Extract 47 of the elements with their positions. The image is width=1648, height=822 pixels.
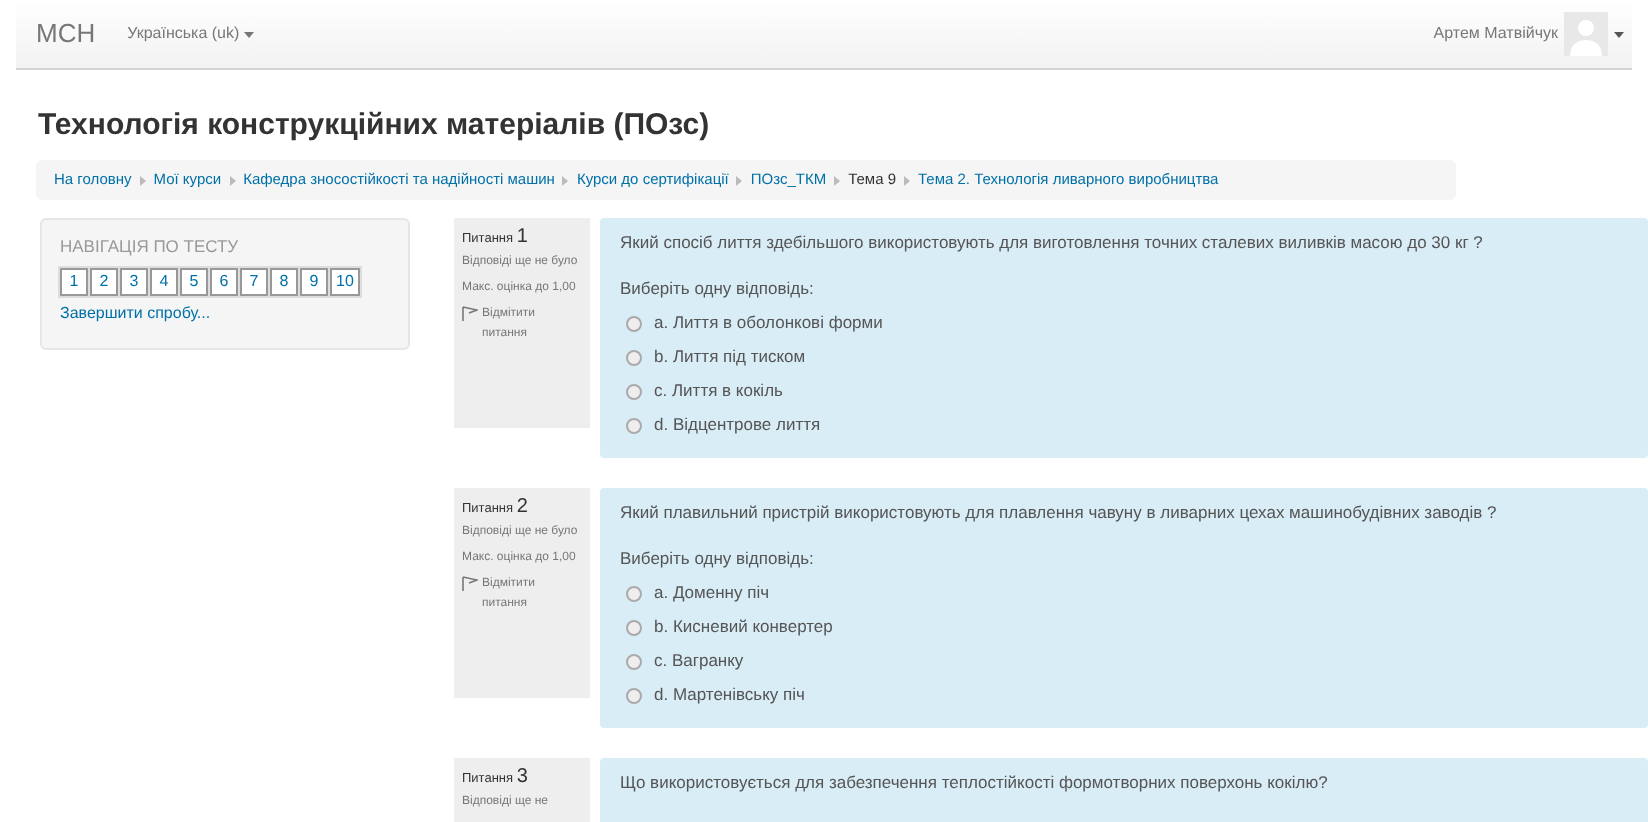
separator-icon [834,175,841,185]
language-menu[interactable]: Українська (uk) [127,22,254,46]
question-nav-button[interactable]: 6 [210,267,238,296]
answer-option[interactable]: b. Лиття під тиском [626,345,806,369]
question-text: Що використовується для забезпечення теплостійкості формотворних поверхонь кокілю? [620,770,1328,796]
radio-button[interactable] [626,349,642,365]
flag-icon [462,576,478,592]
brand-link[interactable]: MCH [36,14,96,54]
separator-icon [562,175,569,185]
caret-icon [243,31,254,37]
question-nav-button[interactable]: 3 [120,267,148,296]
separator-icon [736,175,743,185]
finish-attempt-link[interactable]: Завершити спробу... [60,301,211,326]
question-nav-button[interactable]: 8 [270,267,298,296]
question-nav-button[interactable]: 9 [300,267,328,296]
caret-icon[interactable] [1614,31,1624,37]
answer-option[interactable]: c. Лиття в кокіль [626,379,783,403]
radio-button[interactable] [626,315,642,331]
question-nav-button[interactable]: 1 [60,267,88,296]
radio-button[interactable] [626,653,642,669]
question-nav-button[interactable]: 5 [180,267,208,296]
separator-icon [904,175,910,185]
answer-option[interactable]: d. Мартенівську піч [626,683,805,707]
answer-option[interactable]: d. Відцентрове лиття [626,413,821,437]
radio-button[interactable] [626,619,642,635]
question-text: Який плавильний пристрій використовують для плавлення чавуну в ливарних цехах машинобудівних заводів ? [620,500,1497,526]
page-title: Технологія конструкційних матеріалів (ПОзс) [38,108,710,144]
panel-title: НАВІГАЦІЯ ПО ТЕСТУ [60,234,239,260]
radio-button[interactable] [626,687,642,703]
answer-option[interactable]: a. Доменну піч [626,581,770,605]
separator-icon [139,175,146,185]
radio-button[interactable] [626,417,642,433]
flag-icon [462,306,478,322]
question-nav-button[interactable]: 7 [240,267,268,296]
question-text: Який спосіб лиття здебільшого використовують для виготовлення точних сталевих виливків масою до 30 кг ? [620,230,1483,256]
answer-option[interactable]: b. Кисневий конвертер [626,615,833,639]
question-nav-button[interactable]: 4 [150,267,178,296]
answer-prompt: Виберіть одну відповідь: [620,275,814,301]
answer-option[interactable]: a. Лиття в оболонкові форми [626,311,883,335]
question-nav-button[interactable]: 10 [330,267,360,296]
radio-button[interactable] [626,383,642,399]
question-nav-button[interactable]: 2 [90,267,118,296]
user-name[interactable]: Артем Матвійчук [1433,22,1558,46]
answer-prompt: Виберіть одну відповідь: [620,545,814,571]
answer-option[interactable]: c. Вагранку [626,649,744,673]
separator-icon [229,175,236,185]
radio-button[interactable] [626,585,642,601]
